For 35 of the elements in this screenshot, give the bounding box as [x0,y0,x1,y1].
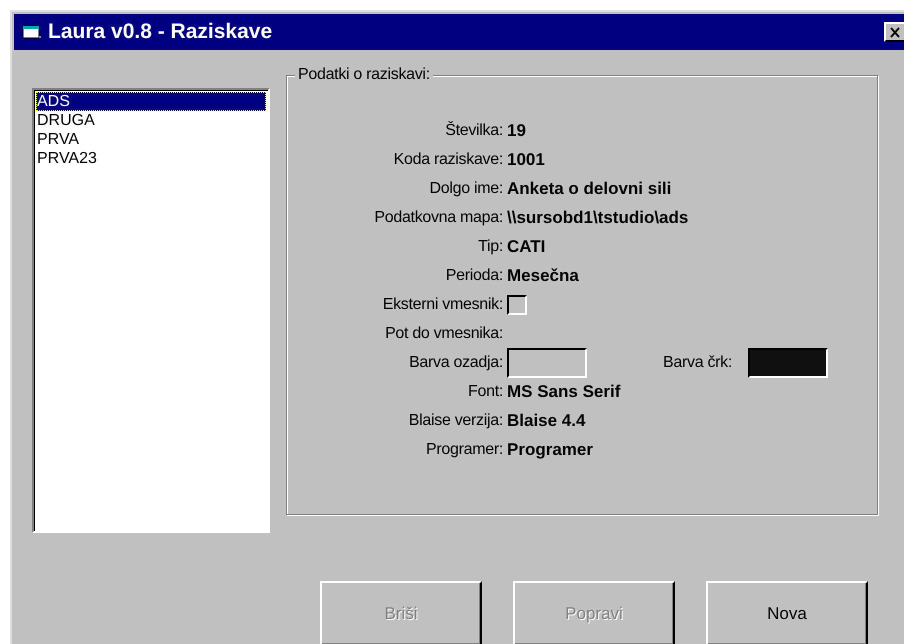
list-item[interactable]: DRUGA [36,111,266,130]
color-swatch[interactable] [748,348,828,378]
list-item[interactable]: ADS [36,92,266,111]
field-label: Font: [467,382,504,402]
field-label: Podatkovna mapa: [373,208,504,228]
field-value: \\sursobd1\tstudio\ads [507,208,688,228]
field-value: Anketa o delovni sili [507,178,672,198]
action-button[interactable]: Nova [706,581,868,644]
field-label: Blaise verzija: [408,410,504,430]
list-item[interactable]: PRVA [36,130,266,149]
window-title: Laura v0.8 - Raziskave [48,20,274,44]
field-value: Blaise 4.4 [507,410,586,430]
field-label: Perioda: [444,266,504,286]
close-icon [889,26,901,38]
checkbox[interactable] [507,294,527,314]
field-label: Tip: [477,236,504,256]
field-value: Mesečna [507,266,579,286]
field-label: Barva ozadja: [408,352,504,372]
field-value: Programer [507,440,593,460]
color-swatch[interactable] [507,348,587,378]
field-label: Pot do vmesnika: [384,324,504,344]
field-value: MS Sans Serif [507,382,620,402]
field-label: Barva črk: [663,354,732,372]
field-value: 1001 [507,150,545,170]
field-label: Dolgo ime: [428,178,504,198]
field-label: Koda raziskave: [392,150,504,170]
list-item[interactable]: PRVA23 [36,149,266,168]
field-value: CATI [507,236,546,256]
field-value: 19 [507,120,526,140]
window-icon [22,24,42,40]
survey-list[interactable]: ADS DRUGA PRVA PRVA23 [32,88,270,533]
field-label: Programer: [424,440,504,460]
field-label: Eksterni vmesnik: [382,294,504,314]
field-label: Številka: [444,120,504,140]
close-button[interactable] [884,22,904,42]
